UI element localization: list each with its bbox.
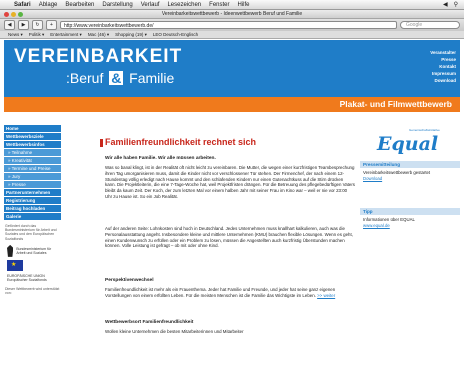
subheading-wettbewerbsort: Wettbewerbsort Familienfreundlichkeit	[105, 320, 194, 325]
site-header: VEREINBARKEIT :Beruf & Familie Veranstal…	[4, 40, 460, 97]
tip-heading: Tipp	[360, 208, 460, 215]
menu-fenster[interactable]: Fenster	[205, 2, 233, 8]
logo-familie: Familie	[129, 70, 175, 86]
equal-logo-word: Equal	[377, 133, 439, 155]
reload-icon[interactable]: ↻	[32, 20, 43, 30]
menu-app-safari[interactable]: Safari	[10, 2, 35, 8]
add-bookmark-icon[interactable]: +	[46, 20, 57, 30]
sidebar-item-beitrag-hochladen[interactable]: Beitrag hochladen	[4, 205, 61, 213]
sidebar-item-teilnahme[interactable]: » Teilnahme	[4, 149, 61, 157]
address-bar[interactable]: http://www.vereinbarkeitswettbewerb.de/	[60, 21, 397, 29]
right-column: Gemeinschaftsinitiative Equal Pressemitt…	[358, 125, 460, 386]
page-title: Familienfreundlichkeit rechnet sich	[105, 137, 257, 147]
window-title: Vereinbarkeitswettbewerb - Ideenwettbewe…	[161, 11, 303, 17]
logo-ampersand: &	[109, 70, 124, 86]
sidebar-item-partnerunternehmen[interactable]: Partnerunternehmen	[4, 189, 61, 197]
paragraph-1: Was so banal klingt, ist in der Realität…	[105, 165, 356, 199]
sidebar-item-wettbewerbsinfos[interactable]: Wettbewerbsinfos	[4, 141, 61, 149]
bookmark-mac[interactable]: Mac (46) ▾	[88, 32, 109, 38]
ministry-name: Bundesministerium für Arbeit und Soziale…	[16, 246, 52, 255]
window-titlebar: Vereinbarkeitswettbewerb - Ideenwettbewe…	[0, 10, 464, 19]
minimize-window-icon[interactable]	[11, 12, 16, 17]
topnav-presse[interactable]: Presse	[430, 56, 456, 63]
press-release-heading: Pressemitteilung	[360, 161, 460, 168]
sidebar-item-presse[interactable]: » Presse	[4, 181, 61, 189]
menu-lesezeichen[interactable]: Lesezeichen	[163, 2, 205, 8]
lead-text: Wir alle haben Familie. Wir alle müssen …	[105, 156, 216, 161]
zoom-window-icon[interactable]	[18, 12, 23, 17]
press-release-download-link[interactable]: Download	[363, 176, 458, 182]
sidebar: Home Wettbewerbsziele Wettbewerbsinfos »…	[4, 125, 61, 386]
sidebar-item-kreativitaet[interactable]: » Kreativität	[4, 157, 61, 165]
sidebar-item-registrierung[interactable]: Registrierung	[4, 197, 61, 205]
title-accent-bar	[100, 139, 103, 147]
bookmark-politik[interactable]: Politik ▾	[29, 32, 45, 38]
logo-beruf: :Beruf	[66, 70, 104, 86]
bookmark-leo[interactable]: LEO Deutsch-Englisch	[153, 32, 198, 37]
banner-title: Plakat- und Filmwettbewerb	[339, 99, 452, 109]
forward-icon[interactable]: ▶	[18, 20, 29, 30]
sidebar-item-termine-preise[interactable]: » Termine und Preise	[4, 165, 61, 173]
paragraph-3-text: Familienfreundlichkeit ist mehr als ein …	[105, 287, 336, 298]
site-logo-line1[interactable]: VEREINBARKEIT	[14, 46, 182, 68]
menu-darstellung[interactable]: Darstellung	[98, 2, 136, 8]
bookmark-entertainment[interactable]: Entertainment ▾	[50, 32, 82, 38]
read-more-link[interactable]: >> weiter	[317, 293, 335, 298]
topnav-impressum[interactable]: Impressum	[430, 70, 456, 77]
paragraph-4: Wollen kleine Unternehmen die besten Mit…	[105, 329, 244, 334]
federal-eagle-icon	[7, 244, 14, 257]
site-logo-line2[interactable]: :Beruf & Familie	[66, 70, 174, 86]
bookmarks-bar: News ▾ Politik ▾ Entertainment ▾ Mac (46…	[0, 31, 464, 39]
browser-toolbar: ◀ ▶ ↻ + http://www.vereinbarkeitswettbew…	[0, 19, 464, 31]
paragraph-3: Familienfreundlichkeit ist mehr als ein …	[105, 287, 355, 299]
topnav-veranstalter[interactable]: Veranstalter	[430, 49, 456, 56]
eu-flag-icon	[7, 259, 23, 271]
ministry-logo[interactable]: Bundesministerium für Arbeit und Soziale…	[7, 244, 58, 258]
topnav-download[interactable]: Download	[430, 77, 457, 84]
back-icon[interactable]: ◀	[4, 20, 15, 30]
funding-note: Gefördert durch das Bundesministerium fü…	[5, 224, 57, 241]
eu-name: EUROPÄISCHE UNION Europäischer Sozialfon…	[7, 273, 47, 282]
sidebar-item-jury[interactable]: » Jury	[4, 173, 61, 181]
spotlight-icon[interactable]: ⚲	[454, 1, 458, 8]
menu-hilfe[interactable]: Hilfe	[234, 2, 254, 8]
sidebar-item-home[interactable]: Home	[4, 125, 61, 133]
equal-website-link[interactable]: www.equal.de	[363, 223, 458, 229]
search-input[interactable]: Google	[400, 21, 460, 29]
volume-icon[interactable]: ◀	[443, 1, 448, 8]
menu-verlauf[interactable]: Verlauf	[137, 2, 164, 8]
system-menubar: Safari Ablage Bearbeiten Darstellung Ver…	[0, 0, 464, 10]
browser-window: Safari Ablage Bearbeiten Darstellung Ver…	[0, 0, 464, 386]
eu-logo[interactable]: EUROPÄISCHE UNION Europäischer Sozialfon…	[7, 259, 58, 284]
close-window-icon[interactable]	[4, 12, 9, 17]
supporter-note: Dieser Wettbewerb wird unterstützt von:	[5, 286, 60, 296]
topnav-kontakt[interactable]: Kontakt	[430, 63, 456, 70]
subheading-perspektivenwechsel: Perspektivenwechsel	[105, 278, 154, 283]
equal-logo-tag: Gemeinschaftsinitiative	[409, 128, 440, 132]
sidebar-item-galerie[interactable]: Galerie	[4, 213, 61, 221]
tip-box: Informationen über EQUAL www.equal.de	[363, 217, 458, 228]
menu-bearbeiten[interactable]: Bearbeiten	[61, 2, 98, 8]
bookmark-shopping[interactable]: Shopping (19) ▾	[115, 32, 147, 38]
paragraph-2: Auf der anderen Seite: Lohnkosten sind h…	[105, 226, 353, 249]
main-content: Familienfreundlichkeit rechnet sich Wir …	[62, 125, 355, 386]
press-release-box: Vereinbarkeitswettbewerb gestartet Downl…	[363, 170, 458, 181]
bookmark-news[interactable]: News ▾	[8, 32, 23, 38]
top-navigation: Veranstalter Presse Kontakt Impressum Do…	[430, 49, 456, 84]
equal-logo[interactable]: Gemeinschaftsinitiative Equal	[377, 126, 451, 155]
page-banner: Plakat- und Filmwettbewerb	[4, 97, 460, 112]
menu-ablage[interactable]: Ablage	[35, 2, 62, 8]
sidebar-item-wettbewerbsziele[interactable]: Wettbewerbsziele	[4, 133, 61, 141]
